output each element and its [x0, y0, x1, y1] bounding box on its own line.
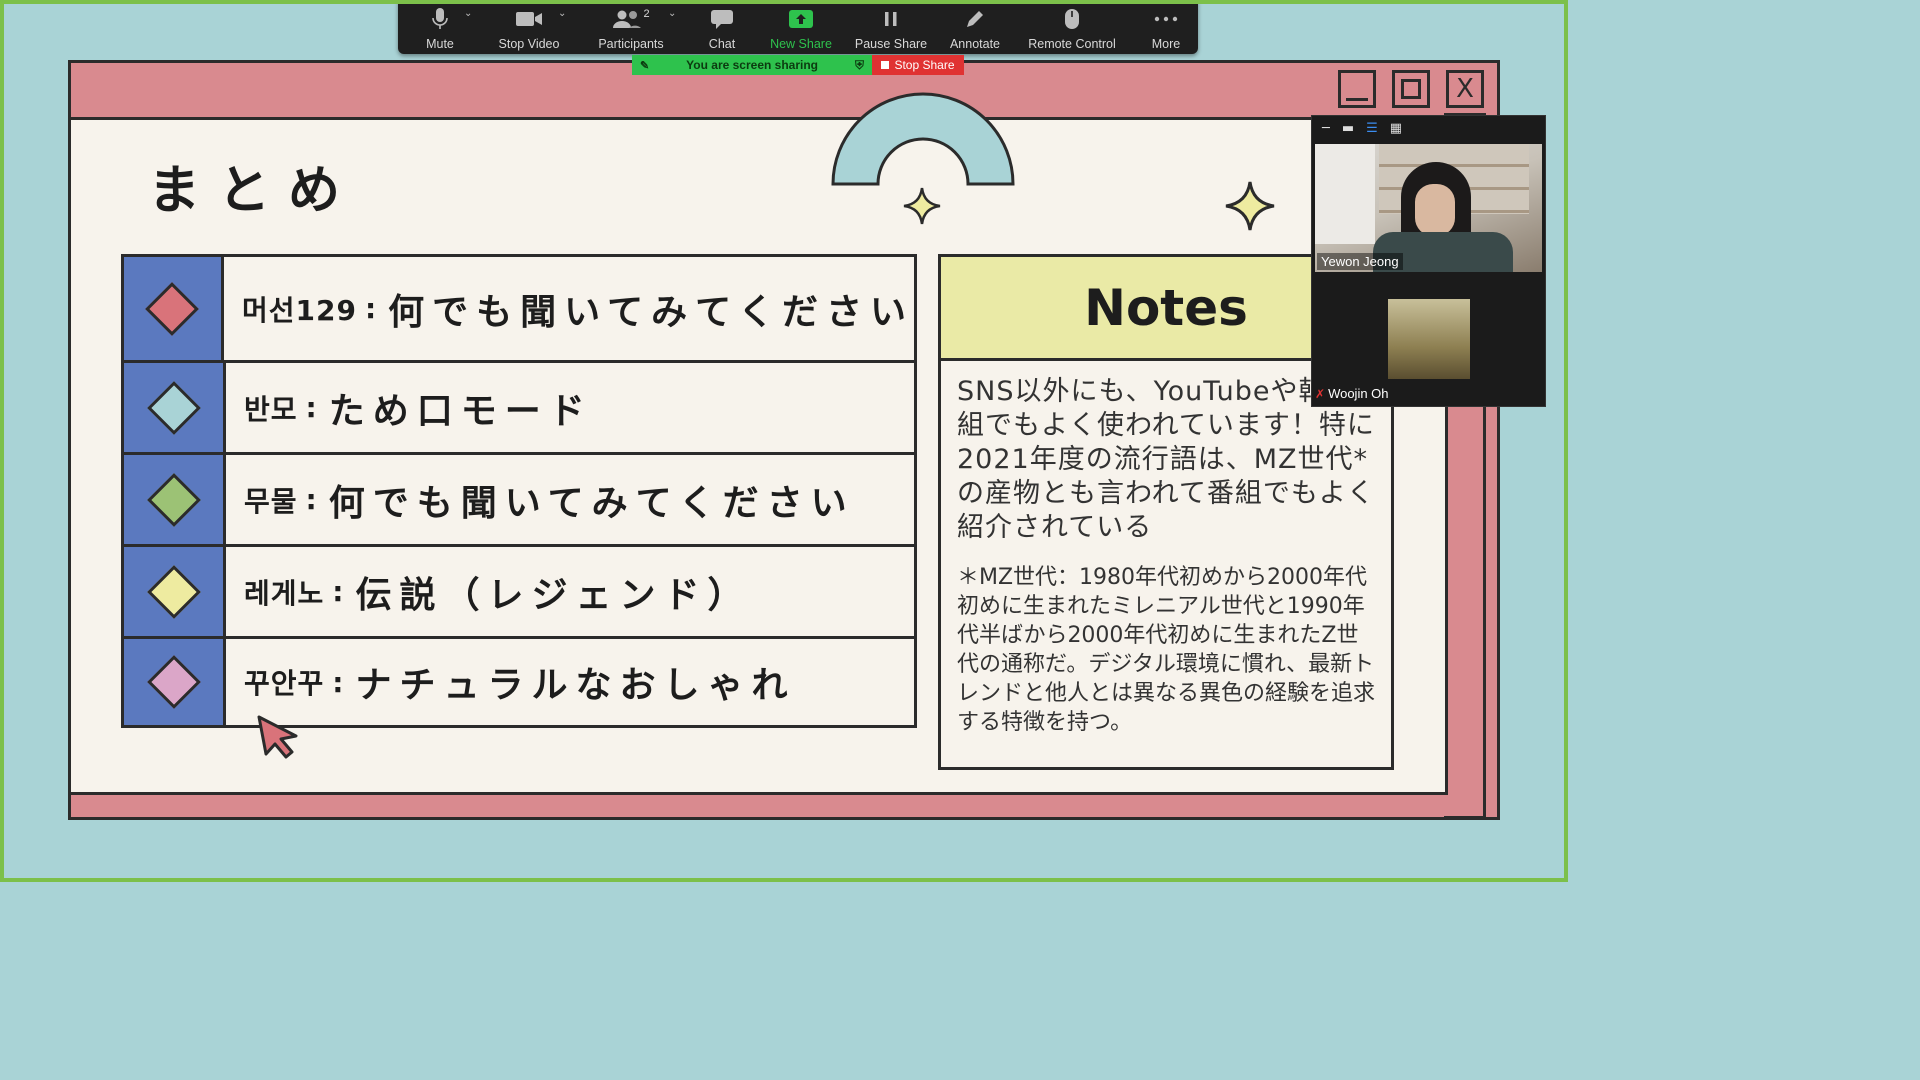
pencil-icon: [964, 6, 986, 32]
participants-button[interactable]: 2 Participants: [596, 6, 666, 52]
strip-view-icon[interactable]: ☰: [1366, 121, 1378, 136]
stop-video-button[interactable]: Stop Video: [496, 6, 562, 52]
share-arrow-icon: [788, 6, 814, 32]
sparkle-star-icon: [903, 187, 941, 225]
video-options-chevron-icon[interactable]: ⌄: [558, 8, 566, 19]
remote-control-button[interactable]: Remote Control: [1028, 6, 1116, 52]
mouse-icon: [1064, 6, 1080, 32]
participants-count: 2: [643, 8, 650, 20]
korean-term: 무물: [244, 484, 298, 518]
korean-term: 반모: [244, 392, 298, 426]
video-gallery-panel[interactable]: ─ ▬ ☰ ▦ Yewon Jeong ✗ Woojin Oh: [1311, 115, 1546, 407]
more-button[interactable]: More: [1148, 6, 1184, 52]
microphone-icon: [432, 6, 448, 32]
meeting-toolbar: Mute ⌄ Stop Video ⌄ 2 Participants ⌄ Cha…: [398, 0, 1198, 54]
diamond-icon: [145, 281, 200, 336]
diamond-icon: [146, 655, 201, 709]
new-share-button[interactable]: New Share: [768, 6, 834, 52]
korean-term: 레게노: [244, 576, 325, 610]
video-camera-icon: [515, 6, 543, 32]
japanese-meaning: 伝説（レジェンド）: [355, 574, 752, 616]
screen-sharing-label: You are screen sharing: [686, 58, 819, 72]
notes-footnote: ＊MZ世代：1980年代初めから2000年代初めに生まれたミレニアル世代と199…: [957, 565, 1376, 735]
slang-table: 머선129: 何でも聞いてみてください 반모: ため口モード 무물: 何でも聞いてみて…: [121, 254, 917, 728]
table-row: 꾸안꾸: ナチュラルなおしゃれ: [124, 639, 914, 725]
table-row: 무물: 何でも聞いてみてください: [124, 455, 914, 547]
shield-icon: ⛨: [854, 57, 864, 72]
cursor-arrow-icon: [257, 715, 298, 759]
sparkle-star-icon: [1225, 181, 1275, 231]
chat-button[interactable]: Chat: [702, 6, 742, 52]
japanese-meaning: 何でも聞いてみてください: [328, 482, 855, 524]
row-marker: [124, 257, 224, 360]
pause-share-button[interactable]: Pause Share: [855, 6, 927, 52]
participant-video-yewon[interactable]: Yewon Jeong: [1315, 144, 1542, 272]
chat-bubble-icon: [710, 6, 734, 32]
signal-icon: ✎: [640, 59, 650, 72]
row-marker: [124, 639, 226, 725]
gallery-view-icon[interactable]: ▦: [1390, 121, 1402, 136]
screen-sharing-indicator[interactable]: ✎ You are screen sharing ⛨: [632, 55, 872, 75]
minimize-view-icon[interactable]: ─: [1322, 121, 1330, 136]
participant-label: ✗ Woojin Oh: [1315, 386, 1389, 401]
row-marker: [124, 455, 226, 544]
page-title: まとめ: [148, 161, 359, 221]
maximize-icon: [1392, 70, 1430, 108]
row-marker: [124, 547, 226, 636]
korean-term: 꾸안꾸: [244, 667, 325, 700]
participant-name: Yewon Jeong: [1317, 253, 1403, 270]
minimize-icon: [1338, 70, 1376, 108]
muted-microphone-icon: ✗: [1315, 386, 1326, 401]
diamond-icon: [146, 380, 201, 435]
stop-square-icon: [881, 61, 890, 69]
table-row: 레게노: 伝説（レジェンド）: [124, 547, 914, 639]
japanese-meaning: ため口モード: [328, 390, 593, 432]
rainbow-arch-decoration: [831, 92, 1015, 186]
pause-icon: [882, 6, 900, 32]
stop-share-label: Stop Share: [894, 58, 955, 72]
participant-name: Woojin Oh: [1328, 386, 1389, 401]
row-marker: [124, 363, 226, 452]
share-status-bar: ✎ You are screen sharing ⛨ Stop Share: [632, 55, 964, 75]
speaker-view-icon[interactable]: ▬: [1342, 121, 1354, 136]
japanese-meaning: 何でも聞いてみてください: [388, 291, 914, 333]
mute-options-chevron-icon[interactable]: ⌄: [464, 8, 472, 19]
diamond-icon: [146, 564, 201, 619]
close-icon: X: [1446, 70, 1484, 108]
participant-video-woojin[interactable]: [1388, 299, 1470, 379]
mute-button[interactable]: Mute: [416, 6, 464, 52]
table-row: 머선129: 何でも聞いてみてください: [124, 257, 914, 363]
more-dots-icon: [1154, 6, 1178, 32]
stop-share-button[interactable]: Stop Share: [872, 55, 964, 75]
annotate-button[interactable]: Annotate: [948, 6, 1002, 52]
participants-options-chevron-icon[interactable]: ⌄: [668, 8, 676, 19]
participants-icon: 2: [612, 6, 650, 32]
korean-term: 머선129: [241, 293, 357, 327]
table-row: 반모: ため口モード: [124, 363, 914, 455]
japanese-meaning: ナチュラルなおしゃれ: [355, 665, 796, 706]
view-controls: ─ ▬ ☰ ▦: [1322, 121, 1402, 136]
diamond-icon: [146, 472, 201, 527]
